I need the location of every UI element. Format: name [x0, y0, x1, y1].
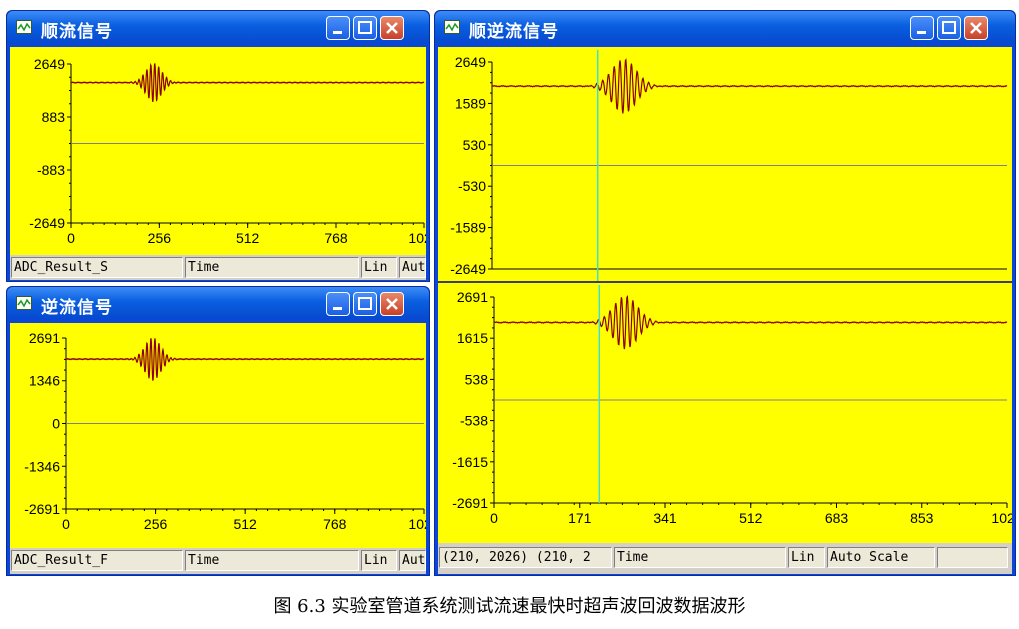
- close-button[interactable]: [964, 16, 988, 40]
- minimize-button[interactable]: [326, 16, 350, 40]
- scale-type[interactable]: Lin: [361, 257, 397, 278]
- x-tick-label: 1023: [408, 230, 426, 246]
- y-tick-label: -1346: [24, 458, 60, 474]
- status-bar: ADC_Result_S Time Lin Aut: [10, 255, 426, 280]
- minimize-button[interactable]: [326, 292, 350, 316]
- window-downstream[interactable]: 顺流信号 2649 883 -883 -26490 256 512 768 1023 ADC_…: [6, 10, 440, 282]
- figure-caption: 图 6.3 实验室管道系统测试流速最快时超声波回波数据波形: [273, 596, 746, 617]
- x-tick-label: 512: [739, 510, 763, 526]
- status-bar: (210, 2026) (210, 2 Time Lin Auto Scale: [438, 543, 1012, 574]
- title-bar[interactable]: 顺流信号: [7, 11, 429, 43]
- y-tick-label: -2691: [24, 501, 60, 517]
- waveform-trace: [491, 58, 1008, 114]
- waveform-trace: [65, 338, 425, 382]
- y-tick-label: 2691: [29, 330, 60, 346]
- y-tick-label: 1589: [455, 95, 486, 111]
- waveform-plot-top[interactable]: 2649 1589 530 -530 -1589 -2649: [438, 47, 1012, 281]
- waveform-trace: [493, 294, 1008, 350]
- maximize-button[interactable]: [353, 16, 377, 40]
- x-tick-label: 768: [323, 516, 347, 532]
- axis-type: Time: [185, 257, 359, 278]
- minimize-button[interactable]: [910, 16, 934, 40]
- y-tick-label: -883: [37, 162, 65, 178]
- maximize-button[interactable]: [937, 16, 961, 40]
- y-tick-label: 2649: [34, 56, 65, 72]
- x-tick-label: 512: [236, 230, 260, 246]
- y-tick-label: 538: [465, 371, 489, 387]
- scale-type[interactable]: Lin: [361, 550, 397, 571]
- x-tick-label: 0: [62, 516, 70, 532]
- channel-name: ADC_Result_F: [11, 550, 183, 571]
- waveform-trace: [70, 62, 425, 102]
- y-tick-label: 2649: [455, 54, 486, 70]
- window-title: 顺逆流信号: [469, 22, 559, 42]
- x-tick-label: 256: [144, 516, 168, 532]
- scale-mode[interactable]: Auto Scale: [827, 547, 935, 568]
- y-tick-label: 883: [42, 109, 66, 125]
- channel-name: ADC_Result_S: [11, 257, 183, 278]
- window-title: 顺流信号: [41, 22, 113, 42]
- axis-type: Time: [614, 547, 786, 568]
- close-button[interactable]: [380, 16, 404, 40]
- graph-icon: [16, 20, 32, 34]
- title-bar[interactable]: 顺逆流信号: [435, 11, 1015, 43]
- axis-type: Time: [185, 550, 359, 571]
- scale-mode[interactable]: Aut: [399, 550, 426, 571]
- window-combined[interactable]: 顺逆流信号 2649 1589 530 -530 -1589 -2649 2691 1615…: [434, 10, 1019, 576]
- status-bar: ADC_Result_F Time Lin Aut: [10, 548, 426, 574]
- x-tick-label: 0: [67, 230, 75, 246]
- y-tick-label: 2691: [457, 289, 488, 305]
- waveform-chart: 2649 883 -883 -26490 256 512 768 1023: [29, 56, 440, 246]
- x-tick-label: 256: [148, 230, 172, 246]
- window-upstream[interactable]: 逆流信号 269113460-1346-269102565127681023 A…: [6, 286, 440, 576]
- y-tick-label: 530: [463, 137, 487, 153]
- x-tick-label: 171: [568, 510, 592, 526]
- y-tick-label: -538: [460, 413, 488, 429]
- waveform-plot[interactable]: 269113460-1346-269102565127681023: [10, 323, 440, 548]
- y-tick-label: 1615: [457, 330, 488, 346]
- x-tick-label: 853: [910, 510, 934, 526]
- x-tick-label: 768: [324, 230, 348, 246]
- graph-icon: [16, 296, 32, 310]
- waveform-plot-bottom[interactable]: 2691 1615 538 -538 -1615 -2691 0 171 341 512 683 85…: [438, 283, 1019, 543]
- graph-icon: [444, 20, 460, 34]
- y-tick-label: -2649: [29, 215, 65, 231]
- y-tick-label: 1346: [29, 373, 60, 389]
- x-tick-label: 341: [653, 510, 677, 526]
- x-tick-label: 1023: [991, 510, 1012, 526]
- x-tick-label: 683: [825, 510, 849, 526]
- x-tick-label: 1023: [408, 516, 426, 532]
- waveform-chart-bottom: 2691 1615 538 -538 -1615 -26910 171 341 512 683 85…: [452, 285, 1019, 526]
- x-tick-label: 512: [233, 516, 257, 532]
- y-tick-label: -530: [458, 178, 486, 194]
- scale-type[interactable]: Lin: [788, 547, 825, 568]
- y-tick-label: -1589: [450, 220, 486, 236]
- y-tick-label: 0: [52, 416, 60, 432]
- title-bar[interactable]: 逆流信号: [7, 287, 429, 319]
- waveform-plot[interactable]: 2649 883 -883 -26490 256 512 768 1023: [10, 47, 440, 255]
- cursor-coords: (210, 2026) (210, 2: [439, 547, 612, 568]
- y-tick-label: -2649: [450, 261, 486, 277]
- maximize-button[interactable]: [353, 292, 377, 316]
- waveform-chart-top: 2649 1589 530 -530 -1589 -2649: [450, 50, 1008, 281]
- y-tick-label: -2691: [452, 495, 488, 511]
- scale-mode[interactable]: Aut: [399, 257, 426, 278]
- waveform-chart: 269113460-1346-269102565127681023: [24, 330, 440, 532]
- x-tick-label: 0: [490, 510, 498, 526]
- y-tick-label: -1615: [452, 454, 488, 470]
- window-title: 逆流信号: [41, 298, 113, 318]
- close-button[interactable]: [380, 292, 404, 316]
- status-extra: [937, 547, 1008, 568]
